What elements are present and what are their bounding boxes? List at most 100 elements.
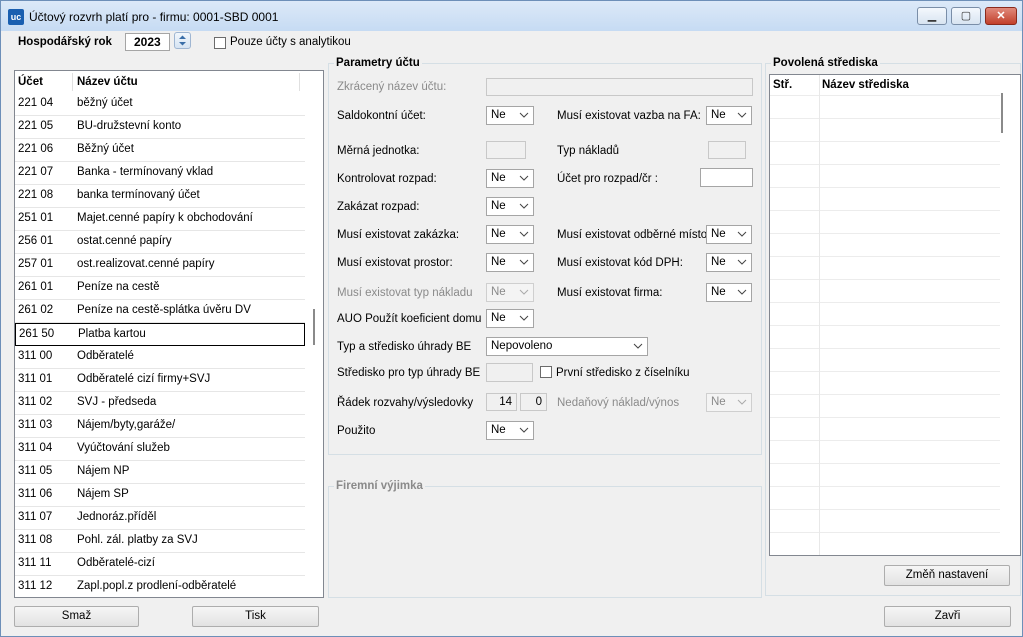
year-input[interactable]: 2023 bbox=[125, 33, 170, 51]
center-row-line bbox=[770, 486, 1000, 487]
chevron-down-icon bbox=[737, 289, 747, 295]
chevron-down-icon bbox=[633, 343, 643, 349]
chevron-down-icon bbox=[519, 315, 529, 321]
table-row[interactable]: 311 06 Nájem SP bbox=[15, 484, 305, 507]
space-select[interactable]: Ne bbox=[486, 253, 534, 272]
auo-select[interactable]: Ne bbox=[486, 309, 534, 328]
table-row[interactable]: 311 12 Zapl.popl.z prodlení-odběratelé bbox=[15, 576, 305, 597]
table-row[interactable]: 311 07 Jednoráz.příděl bbox=[15, 507, 305, 530]
table-row[interactable]: 256 01 ostat.cenné papíry bbox=[15, 231, 305, 254]
place-select[interactable]: Ne bbox=[706, 225, 752, 244]
account-name: Nájem SP bbox=[77, 488, 129, 500]
vat-select[interactable]: Ne bbox=[706, 253, 752, 272]
year-spinner[interactable] bbox=[174, 32, 191, 49]
main-window: uc Účtový rozvrh platí pro - firmu: 0001… bbox=[0, 0, 1023, 637]
close-window-button[interactable]: ✕ bbox=[985, 7, 1017, 25]
col-code-header[interactable]: Stř. bbox=[773, 79, 792, 91]
list-scrollbar-thumb[interactable] bbox=[313, 309, 315, 345]
be-type-select[interactable]: Nepovoleno bbox=[486, 337, 648, 356]
split-account-input[interactable] bbox=[700, 168, 753, 187]
accounts-list[interactable]: Účet Název účtu 221 04 běžný účet 221 05 BU… bbox=[14, 70, 324, 598]
table-row[interactable]: 311 01 Odběratelé cizí firmy+SVJ bbox=[15, 369, 305, 392]
table-row[interactable]: 261 50 Platba kartou bbox=[15, 323, 305, 346]
col-center-name-header[interactable]: Název střediska bbox=[822, 79, 909, 91]
maximize-button[interactable]: ▢ bbox=[951, 7, 981, 25]
account-name: ost.realizovat.cenné papíry bbox=[77, 258, 215, 270]
table-row[interactable]: 311 05 Nájem NP bbox=[15, 461, 305, 484]
center-row-line bbox=[770, 279, 1000, 280]
unit-input[interactable] bbox=[486, 141, 526, 159]
app-icon: uc bbox=[8, 9, 24, 25]
close-button[interactable]: Zavři bbox=[884, 606, 1011, 627]
params-title: Parametry účtu bbox=[334, 57, 422, 69]
table-row[interactable]: 311 08 Pohl. zál. platby za SVJ bbox=[15, 530, 305, 553]
short-name-input[interactable] bbox=[486, 78, 753, 96]
table-row[interactable]: 311 02 SVJ - předseda bbox=[15, 392, 305, 415]
saldo-select[interactable]: Ne bbox=[486, 106, 534, 125]
accounts-header: Účet Název účtu bbox=[15, 71, 315, 93]
col-name-header[interactable]: Název účtu bbox=[77, 76, 138, 88]
cost-type-input[interactable] bbox=[708, 141, 746, 159]
table-row[interactable]: 257 01 ost.realizovat.cenné papíry bbox=[15, 254, 305, 277]
centers-table[interactable]: Stř. Název střediska bbox=[769, 74, 1021, 556]
chevron-down-icon bbox=[519, 203, 529, 209]
row-input-2[interactable]: 0 bbox=[520, 393, 547, 411]
table-row[interactable]: 221 04 běžný účet bbox=[15, 93, 305, 116]
vat-label: Musí existovat kód DPH: bbox=[557, 257, 683, 269]
used-select[interactable]: Ne bbox=[486, 421, 534, 440]
account-number: 311 08 bbox=[18, 534, 53, 546]
account-name: ostat.cenné papíry bbox=[77, 235, 172, 247]
account-number: 311 12 bbox=[18, 580, 53, 592]
account-number: 311 04 bbox=[18, 442, 53, 454]
account-name: banka termínovaný účet bbox=[77, 189, 200, 201]
forbid-split-label: Zakázat rozpad: bbox=[337, 201, 420, 213]
table-row[interactable]: 261 01 Peníze na cestě bbox=[15, 277, 305, 300]
nontax-select[interactable]: Ne bbox=[706, 393, 752, 412]
change-settings-button[interactable]: Změň nastavení bbox=[884, 565, 1010, 586]
center-row-line bbox=[770, 325, 1000, 326]
unit-label: Měrná jednotka: bbox=[337, 145, 420, 157]
cost-exist-select[interactable]: Ne bbox=[486, 283, 534, 302]
order-label: Musí existovat zakázka: bbox=[337, 229, 460, 241]
col-account-header[interactable]: Účet bbox=[18, 76, 43, 88]
table-row[interactable]: 221 06 Běžný účet bbox=[15, 139, 305, 162]
print-button[interactable]: Tisk bbox=[192, 606, 319, 627]
table-row[interactable]: 311 11 Odběratelé-cizí bbox=[15, 553, 305, 576]
delete-button[interactable]: Smaž bbox=[14, 606, 139, 627]
centers-title: Povolená střediska bbox=[771, 57, 880, 69]
firm-select[interactable]: Ne bbox=[706, 283, 752, 302]
check-split-select[interactable]: Ne bbox=[486, 169, 534, 188]
table-row[interactable]: 261 02 Peníze na cestě-splátka úvěru DV bbox=[15, 300, 305, 323]
account-name: Nájem/byty,garáže/ bbox=[77, 419, 176, 431]
account-number: 311 11 bbox=[18, 557, 52, 569]
fa-select[interactable]: Ne bbox=[706, 106, 752, 125]
table-row[interactable]: 311 03 Nájem/byty,garáže/ bbox=[15, 415, 305, 438]
table-row[interactable]: 221 07 Banka - termínovaný vklad bbox=[15, 162, 305, 185]
spin-arrows-icon bbox=[179, 35, 186, 46]
account-number: 256 01 bbox=[18, 235, 54, 247]
account-name: Vyúčtování služeb bbox=[77, 442, 170, 454]
table-row[interactable]: 221 08 banka termínovaný účet bbox=[15, 185, 305, 208]
only-analytic-checkbox[interactable] bbox=[214, 37, 226, 49]
table-row[interactable]: 221 05 BU-družstevní konto bbox=[15, 116, 305, 139]
short-name-label: Zkrácený název účtu: bbox=[337, 81, 447, 93]
exception-title: Firemní výjimka bbox=[334, 480, 425, 492]
table-row[interactable]: 311 00 Odběratelé bbox=[15, 346, 305, 369]
forbid-split-select[interactable]: Ne bbox=[486, 197, 534, 216]
order-select[interactable]: Ne bbox=[486, 225, 534, 244]
center-row-line bbox=[770, 417, 1000, 418]
account-number: 221 04 bbox=[18, 97, 54, 109]
minimize-button[interactable]: ▁ bbox=[917, 7, 947, 25]
table-row[interactable]: 311 04 Vyúčtování služeb bbox=[15, 438, 305, 461]
be-center-input[interactable] bbox=[486, 363, 533, 382]
center-row-line bbox=[770, 95, 1000, 96]
table-row[interactable]: 251 01 Majet.cenné papíry k obchodování bbox=[15, 208, 305, 231]
split-account-label: Účet pro rozpad/čr : bbox=[557, 173, 658, 185]
row-input-1[interactable]: 14 bbox=[486, 393, 517, 411]
account-number: 261 01 bbox=[18, 281, 54, 293]
first-center-checkbox[interactable] bbox=[540, 366, 552, 378]
center-row-line bbox=[770, 210, 1000, 211]
account-name: BU-družstevní konto bbox=[77, 120, 182, 132]
centers-scrollbar-thumb[interactable] bbox=[1001, 93, 1003, 133]
account-name: Odběratelé bbox=[77, 350, 134, 362]
